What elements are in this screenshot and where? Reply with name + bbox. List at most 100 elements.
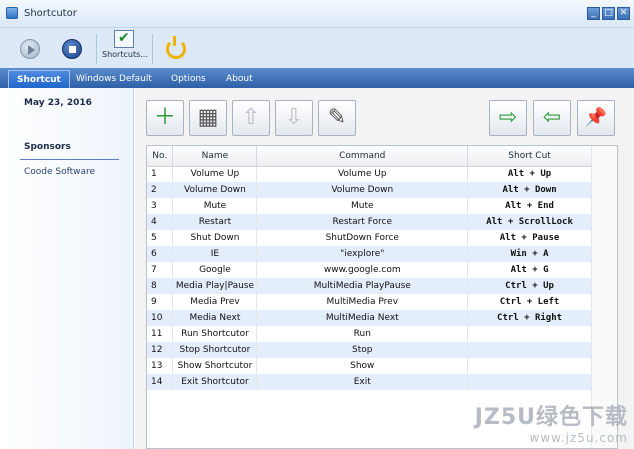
cell-name: Exit Shortcutor <box>172 374 258 390</box>
power-icon[interactable] <box>164 36 186 59</box>
cell-name: Show Shortcutor <box>172 358 258 374</box>
toolbar-separator <box>152 34 153 64</box>
cell-name: Mute <box>172 198 258 214</box>
cell-shortcut: Alt + Pause <box>467 230 592 246</box>
tab-options[interactable]: Options <box>163 70 214 88</box>
tab-shortcut[interactable]: Shortcut <box>8 70 70 88</box>
sidebar-divider <box>20 159 119 160</box>
table-row[interactable]: 14 Exit Shortcutor Exit <box>147 374 592 390</box>
cell-shortcut <box>467 374 592 390</box>
pin-icon: 📌 <box>584 107 608 128</box>
cell-shortcut: Win + A <box>467 246 592 262</box>
table-row[interactable]: 2 Volume Down Volume Down Alt + Down <box>147 182 592 198</box>
header-command[interactable]: Command <box>256 146 469 167</box>
toolbar-separator <box>96 34 97 64</box>
table-header: No. Name Command Short Cut <box>147 146 592 167</box>
cell-no: 13 <box>147 358 174 374</box>
cell-name: Volume Up <box>172 166 258 182</box>
cell-name: Restart <box>172 214 258 230</box>
table-row[interactable]: 10 Media Next MultiMedia Next Ctrl + Right <box>147 310 592 326</box>
move-down-button[interactable]: ⇩ <box>275 100 313 136</box>
cell-name: Media Play|Pause <box>172 278 258 294</box>
header-name[interactable]: Name <box>172 146 258 167</box>
cell-shortcut: Ctrl + Up <box>467 278 592 294</box>
cell-command: MultiMedia Next <box>256 310 469 326</box>
window-controls: _ □ ✕ <box>587 7 630 20</box>
cell-command: Show <box>256 358 469 374</box>
cell-name: Run Shortcutor <box>172 326 258 342</box>
move-up-icon: ⇧ <box>241 105 261 130</box>
table-row[interactable]: 6 IE "iexplore" Win + A <box>147 246 592 262</box>
move-down-icon: ⇩ <box>284 105 304 130</box>
export-icon: ⇨ <box>498 105 518 130</box>
table-row[interactable]: 7 Google www.google.com Alt + G <box>147 262 592 278</box>
table-row[interactable]: 8 Media Play|Pause MultiMedia PlayPause Ctr… <box>147 278 592 294</box>
cell-name: Shut Down <box>172 230 258 246</box>
cell-no: 5 <box>147 230 174 246</box>
header-no[interactable]: No. <box>147 146 174 167</box>
export-button[interactable]: ⇨ <box>489 100 527 136</box>
table-row[interactable]: 4 Restart Restart Force Alt + ScrollLock <box>147 214 592 230</box>
import-icon: ⇦ <box>542 105 562 130</box>
maximize-button[interactable]: □ <box>602 7 615 20</box>
cell-name: Media Next <box>172 310 258 326</box>
cell-shortcut <box>467 326 592 342</box>
cell-no: 7 <box>147 262 174 278</box>
cell-no: 4 <box>147 214 174 230</box>
cell-no: 6 <box>147 246 174 262</box>
checklist-icon <box>114 30 134 48</box>
cell-no: 11 <box>147 326 174 342</box>
shortcuts-label: Shortcuts... <box>102 50 148 59</box>
minimize-button[interactable]: _ <box>587 7 600 20</box>
table-row[interactable]: 9 Media Prev MultiMedia Prev Ctrl + Left <box>147 294 592 310</box>
app-icon <box>6 7 18 19</box>
move-up-button[interactable]: ⇧ <box>232 100 270 136</box>
cell-command: Restart Force <box>256 214 469 230</box>
toolbar: Shortcuts... <box>0 28 634 68</box>
cell-no: 9 <box>147 294 174 310</box>
cell-shortcut: Alt + End <box>467 198 592 214</box>
window-title: Shortcutor <box>24 8 77 19</box>
vertical-scrollbar[interactable] <box>591 146 617 448</box>
cell-no: 3 <box>147 198 174 214</box>
table-row[interactable]: 13 Show Shortcutor Show <box>147 358 592 374</box>
cell-command: www.google.com <box>256 262 469 278</box>
cell-command: "iexplore" <box>256 246 469 262</box>
cell-shortcut <box>467 342 592 358</box>
cell-no: 12 <box>147 342 174 358</box>
tab-about[interactable]: About <box>218 70 261 88</box>
shortcuts-button[interactable]: Shortcuts... <box>102 30 148 68</box>
cell-name: IE <box>172 246 258 262</box>
pin-button[interactable]: 📌 <box>577 100 615 136</box>
cell-command: Stop <box>256 342 469 358</box>
main-panel: ＋ ▦ ⇧ ⇩ ✎ ⇨ ⇦ 📌 No. Name Command Short C… <box>135 88 634 449</box>
cell-no: 14 <box>147 374 174 390</box>
cell-shortcut: Alt + Up <box>467 166 592 182</box>
import-button[interactable]: ⇦ <box>533 100 571 136</box>
header-shortcut[interactable]: Short Cut <box>467 146 592 167</box>
rename-button[interactable]: ✎ <box>318 100 356 136</box>
cell-no: 10 <box>147 310 174 326</box>
cell-shortcut <box>467 358 592 374</box>
cell-no: 8 <box>147 278 174 294</box>
rename-icon: ✎ <box>327 105 347 130</box>
sponsor-link[interactable]: Coode Software <box>24 167 95 177</box>
cell-command: ShutDown Force <box>256 230 469 246</box>
close-button[interactable]: ✕ <box>617 7 630 20</box>
table-row[interactable]: 12 Stop Shortcutor Stop <box>147 342 592 358</box>
add-button[interactable]: ＋ <box>146 100 184 136</box>
table-row[interactable]: 1 Volume Up Volume Up Alt + Up <box>147 166 592 182</box>
edit-button[interactable]: ▦ <box>189 100 227 136</box>
cell-name: Media Prev <box>172 294 258 310</box>
table-row[interactable]: 5 Shut Down ShutDown Force Alt + Pause <box>147 230 592 246</box>
cell-command: Mute <box>256 198 469 214</box>
cell-command: Volume Down <box>256 182 469 198</box>
table-row[interactable]: 3 Mute Mute Alt + End <box>147 198 592 214</box>
tab-windows-default[interactable]: Windows Default <box>68 70 160 88</box>
table-row[interactable]: 11 Run Shortcutor Run <box>147 326 592 342</box>
cell-shortcut: Alt + Down <box>467 182 592 198</box>
stop-icon[interactable] <box>62 39 82 59</box>
cell-command: Exit <box>256 374 469 390</box>
play-icon[interactable] <box>20 39 40 59</box>
cell-command: Volume Up <box>256 166 469 182</box>
